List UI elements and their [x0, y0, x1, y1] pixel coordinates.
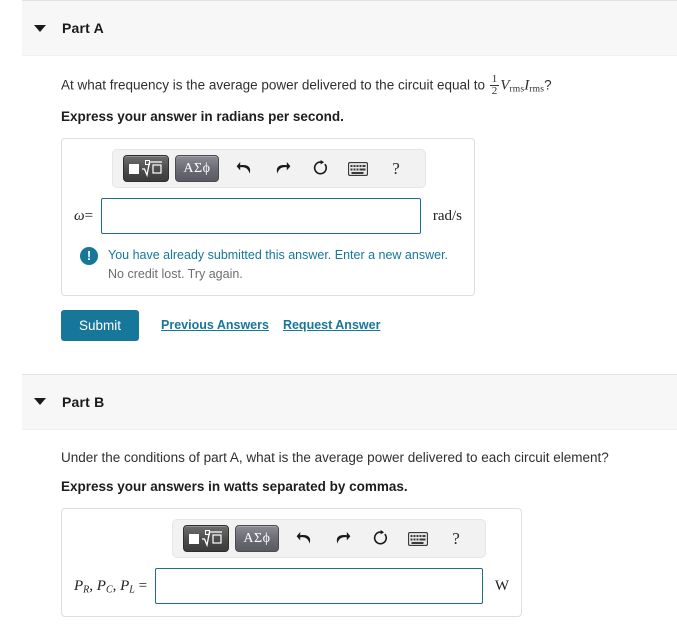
part-a-question-suffix: ?	[544, 77, 552, 93]
part-b-input-row: PR, PC, PL = W	[74, 568, 509, 605]
redo-icon[interactable]	[328, 525, 356, 552]
part-a-actions: Submit Previous Answers Request Answer	[61, 309, 657, 341]
part-b-math-toolbar: ΑΣϕ ?	[172, 519, 486, 559]
v-rms-subscript: rms	[509, 84, 525, 95]
help-icon[interactable]: ?	[442, 525, 470, 552]
part-a-title: Part A	[62, 20, 104, 36]
part-a-answer-input[interactable]	[101, 198, 421, 235]
part-b-question: Under the conditions of part A, what is …	[61, 449, 609, 465]
fraction-one-half: 12	[489, 73, 500, 98]
part-b-prompt: Express your answers in watts separated …	[61, 479, 408, 495]
keyboard-icon[interactable]	[344, 155, 372, 182]
part-a-answer-card: ΑΣϕ ? ω= rad/s ! You have already submit…	[61, 138, 475, 296]
math-template-button[interactable]	[123, 155, 169, 183]
part-a-unit: rad/s	[432, 207, 462, 224]
part-a-math-toolbar: ΑΣϕ ?	[112, 149, 426, 189]
p-l-variable: P	[120, 577, 130, 594]
redo-icon[interactable]	[268, 155, 296, 182]
filled-square-icon	[189, 533, 199, 544]
part-b-answer-input[interactable]	[155, 568, 483, 605]
submit-button[interactable]: Submit	[61, 309, 140, 341]
part-b-toolbar-row: ΑΣϕ ?	[74, 519, 509, 559]
reset-icon[interactable]	[366, 525, 394, 552]
part-a-question: At what frequency is the average power d…	[61, 56, 657, 97]
request-answer-link[interactable]: Request Answer	[283, 318, 380, 332]
part-b-body: Under the conditions of part A, what is …	[0, 430, 677, 618]
greek-symbols-button[interactable]: ΑΣϕ	[235, 525, 279, 553]
radical-icon	[141, 160, 163, 178]
math-template-icon	[129, 160, 163, 178]
help-icon[interactable]: ?	[382, 155, 410, 182]
part-a-toolbar-row: ΑΣϕ ?	[74, 149, 462, 189]
undo-icon[interactable]	[230, 155, 258, 182]
part-b-input-label: PR, PC, PL =	[74, 578, 147, 596]
part-a-body: At what frequency is the average power d…	[0, 56, 677, 341]
equals-sign: =	[84, 207, 94, 224]
comma-1: ,	[89, 577, 97, 594]
part-b-unit: W	[494, 577, 509, 594]
equals-sign-glyph: =	[138, 577, 148, 594]
part-b-header[interactable]: Part B	[22, 373, 677, 430]
math-template-icon	[189, 530, 223, 548]
part-a-feedback-text: You have already submitted this answer. …	[108, 246, 448, 282]
part-a-prompt: Express your answer in radians per secon…	[61, 109, 344, 125]
filled-square-icon	[129, 163, 139, 174]
radical-icon	[201, 530, 223, 548]
problem-page: Part A At what frequency is the average …	[0, 0, 677, 637]
part-b-title: Part B	[62, 393, 105, 410]
comma-2: ,	[112, 577, 121, 594]
part-a-feedback: ! You have already submitted this answer…	[74, 246, 462, 282]
p-c-variable: P	[96, 577, 106, 594]
previous-answers-link[interactable]: Previous Answers	[161, 318, 269, 332]
i-rms-subscript: rms	[529, 84, 545, 95]
part-b-answer-card: ΑΣϕ ? PR, PC, PL = W	[61, 508, 522, 618]
part-a-header[interactable]: Part A	[22, 0, 677, 56]
greek-symbols-button[interactable]: ΑΣϕ	[175, 155, 219, 183]
p-c-subscript: C	[105, 584, 113, 595]
keyboard-icon[interactable]	[404, 525, 432, 552]
fraction-numerator: 1	[491, 73, 498, 85]
p-r-variable: P	[74, 577, 84, 594]
caret-down-icon[interactable]	[34, 398, 46, 406]
feedback-line-1: You have already submitted this answer. …	[108, 248, 449, 263]
math-template-button[interactable]	[183, 525, 229, 553]
part-a-question-prefix: At what frequency is the average power d…	[61, 77, 489, 93]
caret-down-icon[interactable]	[34, 24, 46, 32]
reset-icon[interactable]	[306, 155, 334, 182]
part-a-input-label: ω=	[74, 208, 93, 225]
fraction-denominator: 2	[489, 85, 500, 98]
omega-symbol: ω	[74, 207, 85, 224]
part-a-input-row: ω= rad/s	[74, 198, 462, 235]
feedback-line-2: No credit lost. Try again.	[108, 266, 243, 281]
exclamation-circle-icon: !	[80, 247, 98, 266]
undo-icon[interactable]	[290, 525, 318, 552]
